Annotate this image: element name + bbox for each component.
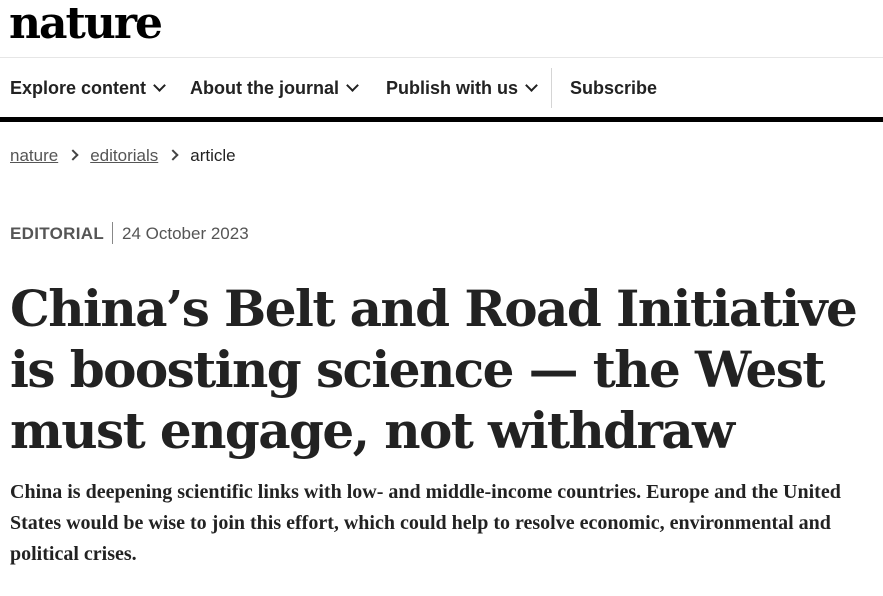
nav-subscribe[interactable]: Subscribe: [570, 76, 657, 100]
article-date: 24 October 2023: [122, 224, 249, 243]
nav-subscribe-label: Subscribe: [570, 78, 658, 98]
nav-explore-content-label: Explore content: [10, 78, 147, 98]
nav-publish-with-us-label: Publish with us: [386, 78, 519, 98]
chevron-down-icon: [153, 79, 166, 92]
breadcrumb-current: article: [190, 146, 236, 165]
chevron-right-icon: [167, 149, 179, 161]
nav-explore-content[interactable]: Explore content: [10, 76, 166, 100]
chevron-down-icon: [525, 79, 538, 92]
article-standfirst: China is deepening scientific links with…: [10, 481, 841, 565]
article-type: EDITORIAL: [10, 224, 105, 243]
article-meta: EDITORIAL 24 October 2023: [10, 221, 249, 246]
meta-divider: [112, 221, 114, 244]
breadcrumb-editorials[interactable]: editorials: [90, 146, 158, 165]
nav-about-the-journal[interactable]: About the journal: [190, 76, 359, 100]
nav-about-the-journal-label: About the journal: [190, 78, 339, 98]
breadcrumb-nature[interactable]: nature: [10, 146, 58, 165]
article-title: China’s Belt and Road Initiative is boos…: [10, 279, 858, 460]
site-header: nature: [0, 0, 883, 58]
breadcrumb: nature editorials article: [10, 144, 236, 168]
nav-publish-with-us[interactable]: Publish with us: [386, 76, 538, 100]
chevron-down-icon: [346, 79, 359, 92]
chevron-right-icon: [67, 149, 79, 161]
nav-divider: [551, 68, 552, 108]
nature-logo[interactable]: nature: [9, 0, 163, 50]
main-navigation: Explore content About the journal Publis…: [0, 58, 883, 122]
